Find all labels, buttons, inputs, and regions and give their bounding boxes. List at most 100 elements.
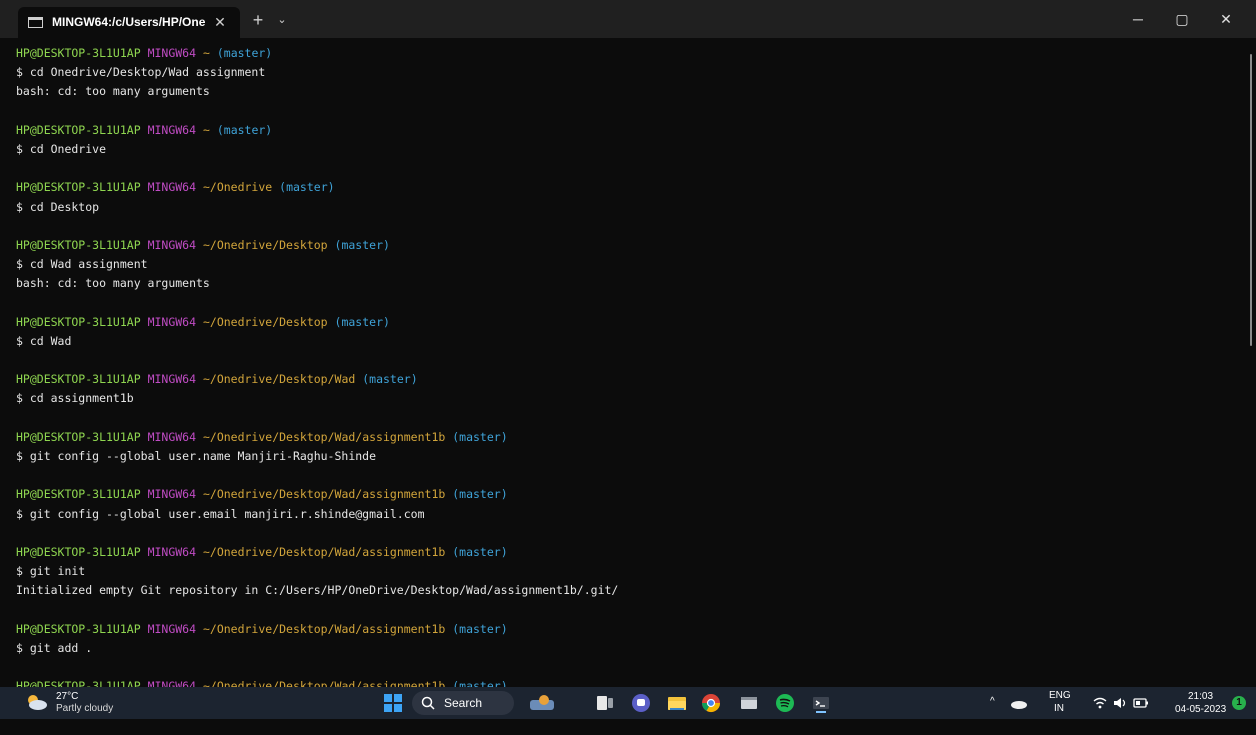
- prompt-branch: (master): [334, 237, 390, 252]
- command-line: $ cd Onedrive: [16, 141, 107, 156]
- task-view-icon[interactable]: [594, 692, 616, 714]
- prompt-host: MINGW64: [147, 46, 197, 60]
- prompt-path: ~/Onedrive/Desktop/Wad/assignment1b: [202, 487, 446, 502]
- prompt-line: HP@DESKTOP-3L1U1AP MINGW64 ~/Onedrive/De…: [16, 620, 1236, 639]
- prompt-line: HP@DESKTOP-3L1U1AP MINGW64 ~ (master): [16, 44, 1236, 63]
- windows-start-icon[interactable]: [382, 692, 404, 714]
- prompt-user: HP@DESKTOP-3L1U1AP: [16, 429, 141, 444]
- prompt-line: HP@DESKTOP-3L1U1AP MINGW64 ~/Onedrive/De…: [16, 313, 1236, 332]
- command-line: $ cd Onedrive/Desktop/Wad assignment: [16, 65, 266, 80]
- onedrive-icon[interactable]: [1010, 692, 1028, 714]
- prompt-line: HP@DESKTOP-3L1U1AP MINGW64 ~/Onedrive/De…: [16, 236, 1236, 255]
- output-line: Initialized empty Git repository in C:/U…: [16, 583, 619, 598]
- chat-icon[interactable]: [630, 692, 652, 714]
- volume-icon[interactable]: [1112, 692, 1128, 714]
- tab-title: MINGW64:/c/Users/HP/One: [52, 15, 206, 29]
- prompt-host: MINGW64: [147, 429, 197, 444]
- terminal-tab[interactable]: MINGW64:/c/Users/HP/One ✕: [18, 7, 240, 38]
- prompt-host: MINGW64: [147, 314, 197, 329]
- prompt-branch: (master): [216, 122, 273, 137]
- prompt-branch: (master): [452, 621, 508, 636]
- clock-time[interactable]: 21:03: [1188, 691, 1213, 702]
- clock-date[interactable]: 04-05-2023: [1175, 704, 1226, 715]
- terminal-scrollbar[interactable]: [1250, 54, 1252, 346]
- prompt-path: ~/Onedrive: [202, 180, 273, 195]
- taskbar: 27°C Partly cloudy Search ^ ENG IN 21:03…: [0, 687, 1256, 719]
- prompt-line: HP@DESKTOP-3L1U1AP MINGW64 ~/Onedrive/De…: [16, 428, 1236, 447]
- prompt-user: HP@DESKTOP-3L1U1AP: [16, 487, 141, 502]
- maximize-button[interactable]: ▢: [1162, 6, 1202, 32]
- prompt-host: MINGW64: [147, 372, 197, 387]
- language-region[interactable]: IN: [1054, 703, 1064, 735]
- prompt-user: HP@DESKTOP-3L1U1AP: [16, 372, 141, 387]
- git-bash-icon[interactable]: [810, 692, 832, 714]
- prompt-user: HP@DESKTOP-3L1U1AP: [16, 237, 141, 252]
- prompt-user: HP@DESKTOP-3L1U1AP: [16, 122, 141, 137]
- prompt-host: MINGW64: [147, 237, 197, 252]
- command-line: $ cd Desktop: [16, 199, 100, 214]
- weather-temperature[interactable]: 27°C: [56, 691, 78, 702]
- prompt-path: ~/Onedrive/Desktop: [202, 237, 328, 252]
- prompt-line: HP@DESKTOP-3L1U1AP MINGW64 ~/Onedrive (m…: [16, 178, 1236, 197]
- command-line: $ git config --global user.email manjiri…: [16, 506, 425, 521]
- spotify-icon[interactable]: [774, 692, 796, 714]
- file-explorer-icon[interactable]: [666, 692, 688, 714]
- output-line: bash: cd: too many arguments: [16, 84, 210, 99]
- weather-description[interactable]: Partly cloudy: [56, 703, 113, 714]
- command-line: $ cd Wad: [16, 333, 72, 348]
- prompt-path: ~: [202, 122, 210, 137]
- battery-icon[interactable]: [1132, 692, 1150, 714]
- search-icon: [421, 696, 435, 710]
- command-line: $ cd Wad assignment: [16, 257, 148, 272]
- command-line: $ git add .: [16, 640, 93, 655]
- prompt-line: HP@DESKTOP-3L1U1AP MINGW64 ~/Onedrive/De…: [16, 370, 1236, 389]
- widgets-icon[interactable]: [528, 692, 556, 714]
- terminal-app-icon[interactable]: [738, 692, 760, 714]
- new-tab-button[interactable]: +: [246, 8, 270, 32]
- prompt-branch: (master): [216, 46, 273, 60]
- tab-close-button[interactable]: ✕: [210, 12, 230, 32]
- close-window-button[interactable]: ✕: [1206, 6, 1246, 32]
- search-label: Search: [444, 696, 483, 710]
- terminal-icon: [28, 17, 43, 28]
- chrome-icon[interactable]: [700, 692, 722, 714]
- prompt-branch: (master): [452, 429, 508, 444]
- taskbar-search[interactable]: Search: [412, 691, 514, 715]
- title-bar: MINGW64:/c/Users/HP/One ✕ + ⌄ ─ ▢ ✕: [0, 0, 1256, 38]
- prompt-host: MINGW64: [147, 621, 197, 636]
- partly-cloudy-icon: [28, 695, 47, 710]
- prompt-path: ~/Onedrive/Desktop/Wad/assignment1b: [202, 544, 446, 559]
- terminal-output[interactable]: HP@DESKTOP-3L1U1AP MINGW64 ~ (master) $ c…: [16, 44, 1236, 693]
- prompt-user: HP@DESKTOP-3L1U1AP: [16, 46, 141, 60]
- prompt-user: HP@DESKTOP-3L1U1AP: [16, 180, 141, 195]
- prompt-path: ~/Onedrive/Desktop/Wad/assignment1b: [202, 621, 446, 636]
- prompt-line: HP@DESKTOP-3L1U1AP MINGW64 ~ (master): [16, 121, 1236, 140]
- command-line: $ cd assignment1b: [16, 391, 134, 406]
- prompt-path: ~/Onedrive/Desktop/Wad: [202, 372, 356, 387]
- prompt-path: ~: [202, 46, 210, 60]
- prompt-branch: (master): [362, 372, 418, 387]
- command-line: $ git init: [16, 564, 86, 579]
- prompt-user: HP@DESKTOP-3L1U1AP: [16, 544, 141, 559]
- minimize-button[interactable]: ─: [1118, 6, 1158, 32]
- tab-dropdown-button[interactable]: ⌄: [272, 8, 292, 32]
- prompt-host: MINGW64: [147, 180, 197, 195]
- prompt-branch: (master): [279, 180, 335, 195]
- prompt-user: HP@DESKTOP-3L1U1AP: [16, 314, 141, 329]
- prompt-branch: (master): [452, 544, 508, 559]
- prompt-user: HP@DESKTOP-3L1U1AP: [16, 621, 141, 636]
- prompt-line: HP@DESKTOP-3L1U1AP MINGW64 ~/Onedrive/De…: [16, 485, 1236, 504]
- terminal-window: MINGW64:/c/Users/HP/One ✕ + ⌄ ─ ▢ ✕ HP@D…: [0, 0, 1256, 693]
- show-hidden-icons-chevron[interactable]: ^: [990, 696, 995, 728]
- notification-badge[interactable]: 1: [1232, 696, 1246, 710]
- wifi-icon[interactable]: [1092, 692, 1108, 714]
- output-line: bash: cd: too many arguments: [16, 276, 210, 291]
